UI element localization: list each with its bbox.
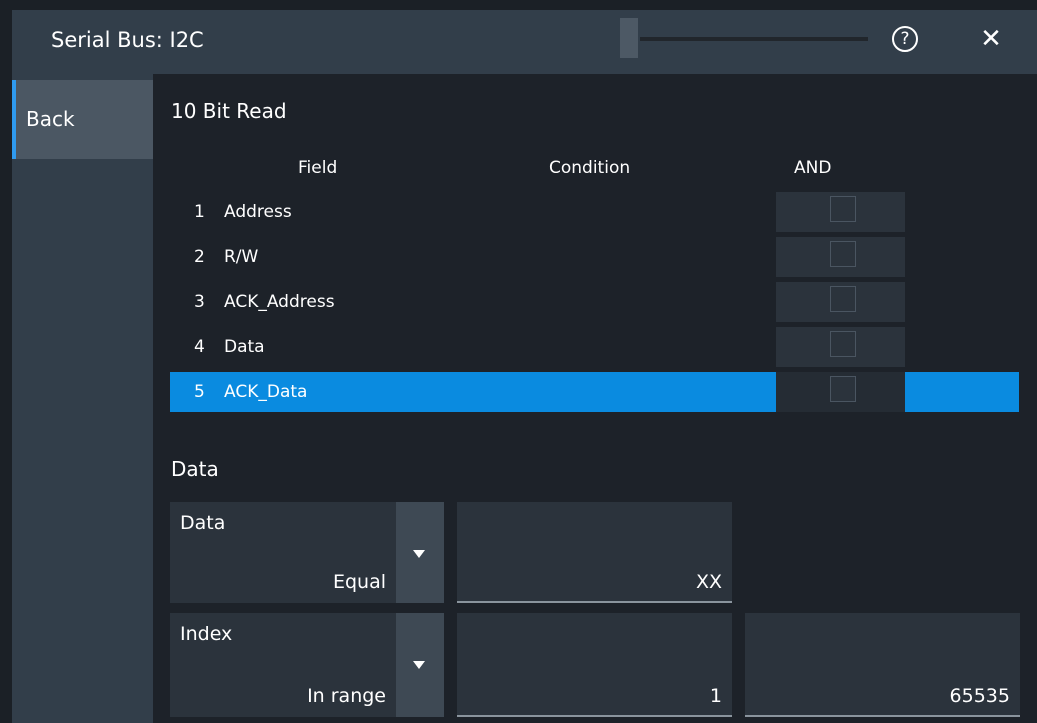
table-row-selected[interactable]: 5 ACK_Data xyxy=(170,372,1019,412)
content-panel: 10 Bit Read Field Condition AND 1 Addres… xyxy=(153,74,1037,723)
table-row[interactable]: 1 Address xyxy=(170,192,1019,232)
table-row[interactable]: 4 Data xyxy=(170,327,1019,367)
data-section-title: Data xyxy=(171,457,219,481)
index-min-value: 1 xyxy=(709,685,722,707)
and-cell xyxy=(776,282,905,322)
table-row[interactable]: 2 R/W xyxy=(170,237,1019,277)
transparency-slider-track[interactable] xyxy=(640,37,868,41)
row-field-name: Address xyxy=(224,202,292,222)
column-header-field: Field xyxy=(298,158,338,178)
back-button-label: Back xyxy=(26,107,75,131)
chevron-down-icon xyxy=(413,550,425,558)
help-icon: ? xyxy=(900,29,910,49)
title-bar: Serial Bus: I2C ? ✕ xyxy=(12,10,1037,74)
column-header-and: AND xyxy=(794,158,832,178)
and-checkbox[interactable] xyxy=(830,286,856,312)
and-cell xyxy=(776,327,905,367)
sidebar: Back xyxy=(12,74,153,723)
row-number: 1 xyxy=(194,202,205,222)
row-field-name: Data xyxy=(224,337,265,357)
data-condition-dropdown-button[interactable] xyxy=(396,502,444,603)
index-condition-dropdown-button[interactable] xyxy=(396,613,444,717)
data-value: XX xyxy=(695,571,722,593)
index-condition-label: Index xyxy=(180,623,233,645)
index-max-field[interactable]: 65535 xyxy=(745,613,1020,717)
data-condition-value: Equal xyxy=(332,571,386,593)
dialog-title: Serial Bus: I2C xyxy=(51,28,204,52)
back-button[interactable]: Back xyxy=(12,80,153,159)
row-number: 2 xyxy=(194,247,205,267)
help-button[interactable]: ? xyxy=(892,26,918,52)
transparency-slider-handle[interactable] xyxy=(620,18,638,58)
index-condition-value: In range xyxy=(307,685,386,707)
column-header-condition: Condition xyxy=(549,158,631,178)
chevron-down-icon xyxy=(413,661,425,669)
index-max-value: 65535 xyxy=(949,685,1010,707)
index-condition-selector[interactable]: Index In range xyxy=(170,613,396,717)
data-condition-selector[interactable]: Data Equal xyxy=(170,502,396,603)
and-cell xyxy=(776,237,905,277)
data-value-field[interactable]: XX xyxy=(457,502,732,603)
frame-title: 10 Bit Read xyxy=(171,99,287,123)
row-number: 4 xyxy=(194,337,205,357)
row-number: 5 xyxy=(194,382,205,402)
and-cell xyxy=(776,372,905,412)
row-number: 3 xyxy=(194,292,205,312)
and-checkbox[interactable] xyxy=(830,376,856,402)
and-checkbox[interactable] xyxy=(830,241,856,267)
and-checkbox[interactable] xyxy=(830,196,856,222)
close-button[interactable]: ✕ xyxy=(975,23,1007,55)
and-checkbox[interactable] xyxy=(830,331,856,357)
and-cell xyxy=(776,192,905,232)
data-condition-label: Data xyxy=(180,512,226,534)
row-field-name: ACK_Data xyxy=(224,382,308,402)
table-row[interactable]: 3 ACK_Address xyxy=(170,282,1019,322)
close-icon: ✕ xyxy=(980,24,1002,54)
index-min-field[interactable]: 1 xyxy=(457,613,732,717)
row-field-name: ACK_Address xyxy=(224,292,335,312)
row-field-name: R/W xyxy=(224,247,259,267)
serial-bus-dialog: Serial Bus: I2C ? ✕ Back 10 Bit Read Fie… xyxy=(12,10,1037,723)
